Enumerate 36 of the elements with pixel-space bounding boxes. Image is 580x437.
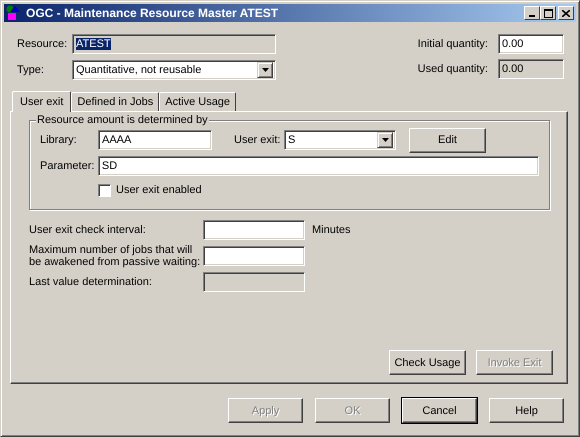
library-field[interactable]: AAAA (98, 130, 212, 150)
parameter-field[interactable]: SD (98, 156, 539, 176)
maximize-button[interactable] (540, 6, 556, 20)
tab[interactable]: Active Usage (159, 92, 236, 111)
user-exit-label: User exit: (234, 134, 282, 146)
type-label: Type: (17, 64, 45, 76)
user-exit-dropdown[interactable]: S (284, 130, 396, 150)
button[interactable]: Help (489, 398, 564, 423)
interval-label: User exit check interval: (29, 224, 147, 236)
resource-label: Resource: (17, 38, 68, 50)
last-value-label: Last value determination: (29, 276, 153, 288)
button[interactable]: Edit (409, 128, 486, 152)
window-title: OGC - Maintenance Resource Master ATEST (26, 6, 280, 20)
checkbox-label: User exit enabled (116, 184, 202, 196)
parameter-label: Parameter: (40, 160, 96, 172)
button[interactable]: Check Usage (389, 350, 466, 375)
max-jobs-label: Maximum number of jobs that will be awakened from passive waiting: (29, 244, 202, 268)
selected-text: ATEST (76, 38, 111, 50)
used-quantity-label: Used quantity: (418, 63, 488, 75)
maximize-icon (544, 8, 552, 18)
close-icon (562, 10, 570, 16)
app-icon (6, 5, 22, 21)
max-jobs-field[interactable] (203, 246, 305, 266)
checkbox[interactable] (98, 184, 111, 196)
unit-label: Minutes (312, 224, 351, 236)
button[interactable]: Cancel (402, 398, 477, 423)
minimize-button[interactable] (524, 6, 540, 20)
tab[interactable]: User exit (12, 91, 72, 112)
tab[interactable]: Defined in Jobs (71, 92, 160, 111)
close-button[interactable] (558, 6, 574, 20)
group-title: Resource amount is determined by (36, 114, 209, 126)
initial-quantity-field[interactable]: 0.00 (498, 34, 564, 54)
library-label: Library: (40, 134, 78, 146)
type-dropdown[interactable]: Quantitative, not reusable (72, 60, 276, 80)
interval-field[interactable] (203, 220, 305, 240)
initial-quantity-label: Initial quantity: (418, 38, 488, 50)
